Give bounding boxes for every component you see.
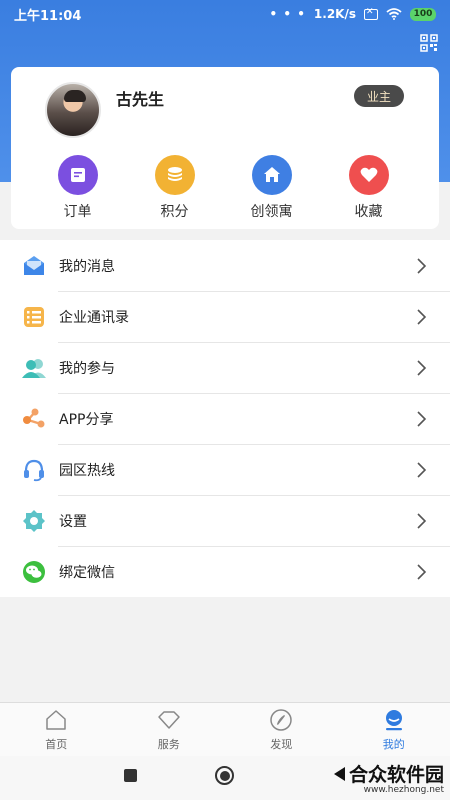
quick-action-home[interactable]: 创领寓 xyxy=(223,155,320,221)
menu-item-hotline[interactable]: 园区热线 xyxy=(0,444,450,495)
menu-item-wechat[interactable]: 绑定微信 xyxy=(0,546,450,597)
qr-code-icon[interactable] xyxy=(420,34,438,52)
heart-icon xyxy=(348,155,389,195)
chevron-right-icon xyxy=(417,410,427,427)
chevron-right-icon xyxy=(417,461,427,478)
bottom-navigation: 首页 服务 发现 我的 xyxy=(0,702,450,756)
avatar[interactable] xyxy=(45,82,101,138)
quick-action-label: 订单 xyxy=(63,204,92,220)
compass-icon xyxy=(270,709,292,731)
quick-action-orders[interactable]: 订单 xyxy=(29,155,126,221)
quick-action-label: 收藏 xyxy=(354,204,383,220)
recent-apps-button[interactable] xyxy=(124,769,137,782)
profile-icon xyxy=(385,710,402,731)
chevron-right-icon xyxy=(417,512,427,529)
nav-label: 服务 xyxy=(157,738,180,751)
menu-item-label: APP分享 xyxy=(59,411,114,428)
menu-item-share[interactable]: APP分享 xyxy=(0,393,450,444)
menu-item-participation[interactable]: 我的参与 xyxy=(0,342,450,393)
status-indicators: • • • 1.2K/s 100 xyxy=(270,7,436,21)
chevron-right-icon xyxy=(417,308,427,325)
share-icon xyxy=(21,406,47,432)
wechat-icon xyxy=(21,559,47,585)
wifi-icon xyxy=(386,8,402,20)
network-speed: 1.2K/s xyxy=(313,7,356,21)
chevron-right-icon xyxy=(417,563,427,580)
menu-item-label: 我的消息 xyxy=(59,258,115,275)
watermark-url: www.hezhong.net xyxy=(363,785,444,795)
quick-action-label: 积分 xyxy=(160,204,189,220)
watermark: 合众软件园 www.hezhong.net xyxy=(333,760,444,795)
nav-tab-mine[interactable]: 我的 xyxy=(338,703,450,756)
headset-icon xyxy=(21,457,47,483)
status-time: 上午11:04 xyxy=(14,8,82,24)
no-sim-icon xyxy=(364,7,378,20)
contacts-book-icon xyxy=(21,304,47,330)
menu-item-label: 园区热线 xyxy=(59,462,115,479)
role-badge: 业主 xyxy=(354,85,404,107)
home-icon xyxy=(251,155,292,195)
menu-list: 我的消息 企业通讯录 我的参与 APP分享 园区热线 设置 绑定微信 xyxy=(0,240,450,597)
system-navigation-bar: 合众软件园 www.hezhong.net xyxy=(0,756,450,800)
menu-item-settings[interactable]: 设置 xyxy=(0,495,450,546)
user-name: 古先生 xyxy=(116,90,165,109)
quick-action-favorites[interactable]: 收藏 xyxy=(320,155,417,221)
quick-actions: 订单 积分 创领寓 收藏 xyxy=(11,155,439,221)
nav-tab-discover[interactable]: 发现 xyxy=(225,703,338,756)
status-bar: 上午11:04 • • • 1.2K/s 100 xyxy=(0,0,450,28)
nav-tab-home[interactable]: 首页 xyxy=(0,703,113,756)
menu-item-label: 我的参与 xyxy=(59,360,115,377)
back-arrow-icon xyxy=(333,766,345,781)
participants-icon xyxy=(21,355,47,381)
message-envelope-icon xyxy=(21,253,47,279)
settings-gear-icon xyxy=(21,508,47,534)
chevron-right-icon xyxy=(417,359,427,376)
nav-label: 我的 xyxy=(382,738,405,751)
battery-indicator: 100 xyxy=(410,7,436,21)
home-outline-icon xyxy=(46,710,66,730)
menu-item-label: 绑定微信 xyxy=(59,564,115,581)
quick-action-label: 创领寓 xyxy=(250,204,293,220)
notification-dots: • • • xyxy=(269,7,306,21)
nav-label: 首页 xyxy=(45,738,68,751)
menu-item-label: 企业通讯录 xyxy=(59,309,129,326)
nav-label: 发现 xyxy=(270,738,293,751)
quick-action-points[interactable]: 积分 xyxy=(126,155,223,221)
menu-item-messages[interactable]: 我的消息 xyxy=(0,240,450,291)
chevron-right-icon xyxy=(417,257,427,274)
profile-card: 古先生 业主 订单 积分 创领寓 收藏 xyxy=(11,67,439,229)
watermark-text: 合众软件园 xyxy=(348,764,444,786)
points-coin-icon xyxy=(154,155,195,195)
menu-item-label: 设置 xyxy=(59,513,87,530)
menu-item-contacts[interactable]: 企业通讯录 xyxy=(0,291,450,342)
home-button[interactable] xyxy=(215,766,234,785)
diamond-outline-icon xyxy=(158,711,180,729)
order-icon xyxy=(57,155,98,195)
watermark-title: 合众软件园 xyxy=(333,760,444,787)
nav-tab-service[interactable]: 服务 xyxy=(113,703,226,756)
